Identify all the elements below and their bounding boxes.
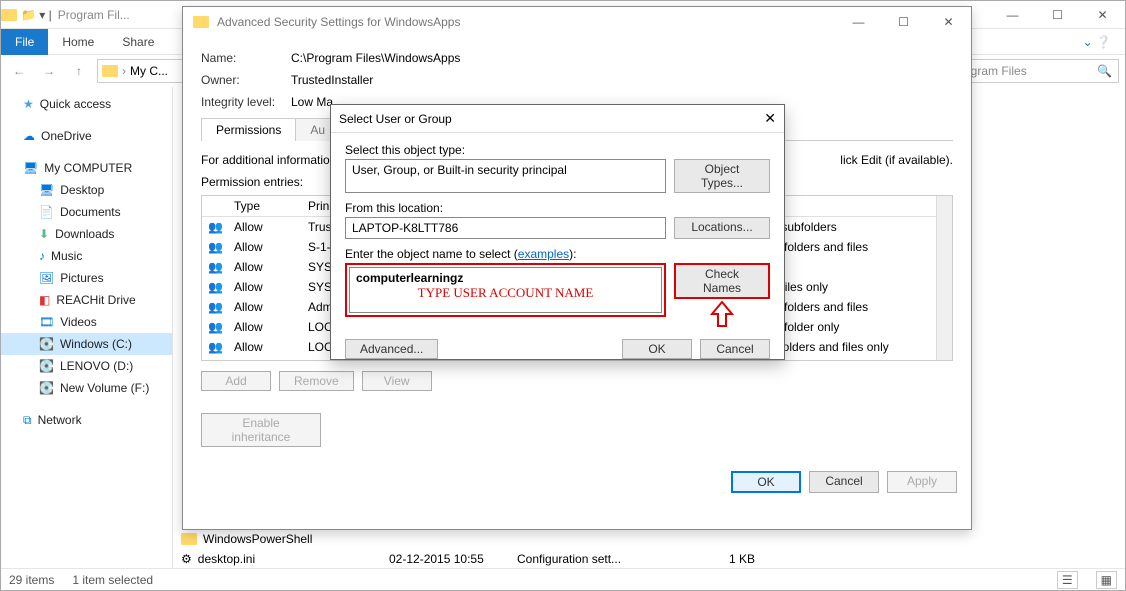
user-icon: 👥 <box>208 220 223 234</box>
location-label: From this location: <box>345 201 770 215</box>
user-icon: 👥 <box>208 280 223 294</box>
sidebar-item-reachit[interactable]: ◧REACHit Drive <box>1 289 172 311</box>
ribbon-expand-icon[interactable]: ⌄ ❔ <box>1069 29 1125 55</box>
select-user-title: Select User or Group <box>339 112 452 126</box>
sidebar-item-documents[interactable]: 📄Documents <box>1 201 172 223</box>
sidebar-item-downloads[interactable]: ⬇Downloads <box>1 223 172 245</box>
tab-permissions[interactable]: Permissions <box>201 118 296 141</box>
advanced-button[interactable]: Advanced... <box>345 339 438 359</box>
view-large-icon[interactable]: ▦ <box>1096 571 1117 589</box>
file-row[interactable]: ⚙desktop.ini 02-12-2015 10:55 Configurat… <box>181 549 1117 569</box>
object-types-button[interactable]: Object Types... <box>674 159 770 193</box>
info-text: For additional informatio <box>201 153 330 167</box>
integrity-value: Low Ma <box>291 95 333 109</box>
user-icon: 👥 <box>208 360 223 361</box>
sidebar-item-windows-c[interactable]: 💽Windows (C:) <box>1 333 172 355</box>
sidebar-item-newvol-f[interactable]: 💽New Volume (F:) <box>1 377 172 399</box>
locations-button[interactable]: Locations... <box>674 217 770 239</box>
tab-home[interactable]: Home <box>48 29 108 55</box>
annotation-text: TYPE USER ACCOUNT NAME <box>356 285 655 301</box>
breadcrumb[interactable]: My C... <box>130 64 168 78</box>
minimize-button[interactable]: — <box>990 1 1035 29</box>
folder-icon <box>1 9 17 21</box>
select-user-dialog: Select User or Group ✕ Select this objec… <box>330 104 785 360</box>
tab-file[interactable]: File <box>1 29 48 55</box>
sidebar-item-desktop[interactable]: 🖥Desktop <box>1 179 172 201</box>
object-name-input[interactable]: computerlearningz TYPE USER ACCOUNT NAME <box>349 267 662 313</box>
location-field: LAPTOP-K8LTT786 <box>345 217 666 239</box>
sidebar-item-videos[interactable]: 🎞Videos <box>1 311 172 333</box>
owner-value: TrustedInstaller <box>291 73 373 87</box>
object-name-label: Enter the object name to select <box>345 247 510 261</box>
sidebar-item-pictures[interactable]: 🖼Pictures <box>1 267 172 289</box>
folder-icon <box>181 533 197 545</box>
apply-button[interactable]: Apply <box>887 471 957 493</box>
name-value: C:\Program Files\WindowsApps <box>291 51 460 65</box>
user-icon: 👥 <box>208 240 223 254</box>
sidebar-mycomputer[interactable]: 🖥My COMPUTER <box>1 157 172 179</box>
remove-button[interactable]: Remove <box>279 371 354 391</box>
dialog-footer: OK Cancel Apply <box>183 461 971 503</box>
up-button[interactable]: ↑ <box>67 59 91 83</box>
user-icon: 👥 <box>208 320 223 334</box>
dialog-titlebar: Advanced Security Settings for WindowsAp… <box>183 7 971 37</box>
tab-share[interactable]: Share <box>108 29 168 55</box>
user-icon: 👥 <box>208 340 223 354</box>
view-button[interactable]: View <box>362 371 432 391</box>
folder-icon <box>102 65 118 77</box>
dialog-maximize-button[interactable]: ☐ <box>881 8 926 36</box>
user-icon: 👥 <box>208 260 223 274</box>
integrity-label: Integrity level: <box>201 95 291 109</box>
sidebar: ★Quick access ☁OneDrive 🖥My COMPUTER 🖥De… <box>1 87 173 568</box>
maximize-button[interactable]: ☐ <box>1035 1 1080 29</box>
object-type-label: Select this object type: <box>345 143 770 157</box>
scrollbar[interactable] <box>936 196 952 360</box>
name-label: Name: <box>201 51 291 65</box>
sidebar-item-music[interactable]: ♪Music <box>1 245 172 267</box>
status-count: 29 items <box>9 573 54 587</box>
search-icon: 🔍 <box>1097 64 1112 78</box>
dialog-minimize-button[interactable]: — <box>836 8 881 36</box>
cancel-button[interactable]: Cancel <box>809 471 879 493</box>
user-icon: 👥 <box>208 300 223 314</box>
examples-link[interactable]: examples <box>518 247 569 261</box>
arrow-up-icon <box>707 299 737 329</box>
add-button[interactable]: Add <box>201 371 271 391</box>
select-user-titlebar: Select User or Group ✕ <box>331 105 784 133</box>
select-user-cancel-button[interactable]: Cancel <box>700 339 770 359</box>
check-names-button[interactable]: Check Names <box>674 263 770 299</box>
folder-icon <box>193 16 209 28</box>
status-selection: 1 item selected <box>72 573 153 587</box>
view-details-icon[interactable]: ☰ <box>1057 571 1078 589</box>
enable-inheritance-button[interactable]: Enable inheritance <box>201 413 321 447</box>
object-type-field: User, Group, or Built-in security princi… <box>345 159 666 193</box>
sidebar-item-lenovo-d[interactable]: 💽LENOVO (D:) <box>1 355 172 377</box>
owner-label: Owner: <box>201 73 291 87</box>
ini-icon: ⚙ <box>181 552 192 566</box>
sidebar-quick-access[interactable]: ★Quick access <box>1 93 172 115</box>
forward-button[interactable]: → <box>37 59 61 83</box>
back-button[interactable]: ← <box>7 59 31 83</box>
info-suffix: lick Edit (if available). <box>840 153 953 167</box>
sidebar-onedrive[interactable]: ☁OneDrive <box>1 125 172 147</box>
sidebar-network[interactable]: ⧉Network <box>1 409 172 431</box>
close-icon[interactable]: ✕ <box>764 110 776 127</box>
file-row[interactable]: WindowsPowerShell <box>181 529 1117 549</box>
select-user-ok-button[interactable]: OK <box>622 339 692 359</box>
dialog-title: Advanced Security Settings for WindowsAp… <box>217 15 460 29</box>
ok-button[interactable]: OK <box>731 471 801 493</box>
close-button[interactable]: ✕ <box>1080 1 1125 29</box>
dialog-close-button[interactable]: ✕ <box>926 8 971 36</box>
statusbar: 29 items 1 item selected ☰ ▦ <box>1 568 1125 590</box>
